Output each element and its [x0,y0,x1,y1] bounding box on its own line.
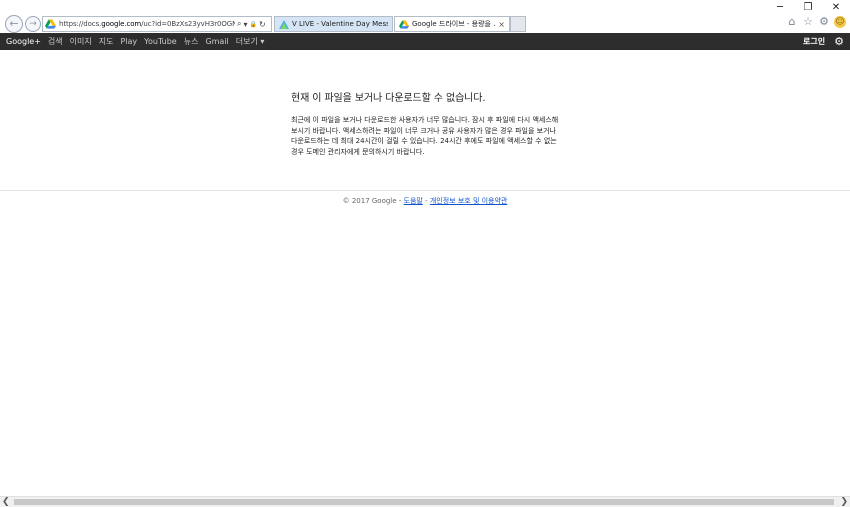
chevron-down-icon[interactable]: ▾ [243,20,247,29]
gbar-item-youtube[interactable]: YouTube [144,37,177,46]
gbar-right: 로그인 ⚙ [803,33,844,50]
login-link[interactable]: 로그인 [803,36,825,47]
tab-title: Google 드라이브 - 용량을 ... [412,20,496,28]
scroll-right-icon[interactable]: ❯ [840,497,848,507]
gbar-item-gmail[interactable]: Gmail [205,37,228,46]
url-path: /uc?id=0BzXs23yvH3r0OGNy [141,20,235,28]
address-url[interactable]: https://docs.google.com/uc?id=0BzXs23yvH… [59,20,235,28]
tab-google-drive[interactable]: Google 드라이브 - 용량을 ... × [394,16,510,32]
home-icon[interactable]: ⌂ [786,16,798,28]
gbar-item-more[interactable]: 더보기 ▾ [236,36,265,47]
help-link[interactable]: 도움말 [404,197,423,205]
new-tab-button[interactable] [510,16,526,32]
close-window-button[interactable]: ✕ [822,0,850,16]
browser-chrome: ─ ❐ ✕ ← → https://docs.google.com/uc?id=… [0,0,850,33]
search-icon[interactable]: ⌕ [237,19,241,29]
lock-icon[interactable]: 🔒 [250,21,257,28]
close-tab-icon[interactable]: × [498,20,505,29]
forward-button[interactable]: → [25,16,41,32]
url-prefix: https://docs. [59,20,102,28]
settings-gear-icon[interactable]: ⚙ [818,16,830,28]
gbar-item-search[interactable]: 검색 [48,36,63,47]
google-bar: Google+ 검색 이미지 지도 Play YouTube 뉴스 Gmail … [0,33,850,50]
tab-title: V LIVE - Valentine Day Messa... [292,20,388,28]
minimize-button[interactable]: ─ [766,0,794,16]
gbar-item-google-plus[interactable]: Google+ [6,37,41,46]
scroll-left-icon[interactable]: ❮ [2,497,10,507]
footer-separator: - [422,197,430,205]
url-host: google.com [101,20,142,28]
feedback-smiley-icon[interactable]: ☺ [834,16,846,28]
gbar-item-play[interactable]: Play [120,37,137,46]
privacy-terms-link[interactable]: 개인정보 보호 및 이용약관 [430,197,508,205]
favorites-star-icon[interactable]: ☆ [802,16,814,28]
gbar-item-news[interactable]: 뉴스 [184,36,199,47]
browser-tools: ⌂ ☆ ⚙ ☺ [786,16,846,28]
vlive-icon [279,19,289,29]
address-bar-icons: ⌕ ▾ 🔒 ↻ [237,19,266,29]
refresh-icon[interactable]: ↻ [259,20,266,29]
back-button[interactable]: ← [5,15,23,33]
error-description: 최근에 이 파일을 보거나 다운로드한 사용자가 너무 많습니다. 잠시 후 파… [291,116,559,156]
horizontal-scrollbar[interactable]: ❮ ❯ [0,496,850,507]
google-drive-icon [45,19,56,29]
copyright-text: © 2017 Google - [342,197,404,205]
page-title: 현재 이 파일을 보거나 다운로드할 수 없습니다. [291,93,486,104]
error-message-panel: 현재 이 파일을 보거나 다운로드할 수 없습니다. 최근에 이 파일을 보거나… [291,89,559,157]
gbar-item-images[interactable]: 이미지 [70,36,92,47]
address-bar[interactable]: https://docs.google.com/uc?id=0BzXs23yvH… [42,16,272,32]
google-drive-icon [399,19,409,29]
window-controls: ─ ❐ ✕ [766,0,850,16]
gbar-item-maps[interactable]: 지도 [99,36,114,47]
footer: © 2017 Google - 도움말 - 개인정보 보호 및 이용약관 [0,196,850,206]
footer-divider [0,190,850,191]
gear-icon[interactable]: ⚙ [834,35,844,48]
tab-vlive[interactable]: V LIVE - Valentine Day Messa... [274,16,393,32]
restore-button[interactable]: ❐ [794,0,822,16]
scrollbar-thumb[interactable] [14,499,834,505]
